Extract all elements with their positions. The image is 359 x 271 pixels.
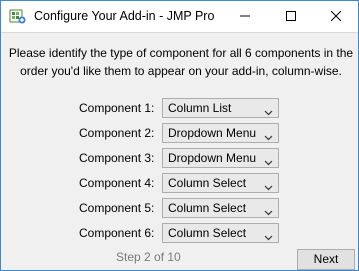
- maximize-icon: [285, 10, 296, 24]
- component-3-value: Dropdown Menu: [168, 151, 257, 165]
- window-title: Configure Your Add-in - JMP Pro: [34, 9, 215, 23]
- component-5-select[interactable]: Column Select: [162, 198, 279, 218]
- chevron-down-icon: [264, 205, 273, 216]
- instruction-text: Please identify the type of component fo…: [8, 46, 354, 78]
- dialog-window: Configure Your Add-in - JMP Pro Please i…: [0, 0, 359, 271]
- close-button[interactable]: [313, 1, 358, 32]
- component-3-select[interactable]: Dropdown Menu: [162, 148, 279, 168]
- component-4-value: Column Select: [168, 176, 247, 190]
- component-5-value: Column Select: [168, 201, 247, 215]
- step-indicator: Step 2 of 10: [116, 250, 181, 264]
- chevron-down-icon: [264, 105, 273, 116]
- component-2-label: Component 2:: [79, 126, 155, 140]
- component-6-label: Component 6:: [79, 226, 155, 240]
- component-5-label: Component 5:: [79, 201, 155, 215]
- component-6-select[interactable]: Column Select: [162, 223, 279, 243]
- component-4-label: Component 4:: [79, 176, 155, 190]
- close-icon: [330, 10, 341, 24]
- minimize-button[interactable]: [222, 1, 267, 32]
- next-button[interactable]: Next: [297, 249, 355, 270]
- component-6-value: Column Select: [168, 226, 247, 240]
- component-2-select[interactable]: Dropdown Menu: [162, 123, 279, 143]
- jmp-addin-icon: [9, 8, 26, 25]
- component-1-select[interactable]: Column List: [162, 98, 279, 118]
- component-4-select[interactable]: Column Select: [162, 173, 279, 193]
- component-1-value: Column List: [168, 101, 232, 115]
- title-bar[interactable]: Configure Your Add-in - JMP Pro: [1, 1, 358, 33]
- component-2-value: Dropdown Menu: [168, 126, 257, 140]
- component-3-label: Component 3:: [79, 151, 155, 165]
- minimize-icon: [239, 10, 250, 24]
- maximize-button[interactable]: [268, 1, 313, 32]
- chevron-down-icon: [264, 155, 273, 166]
- chevron-down-icon: [264, 130, 273, 141]
- component-1-label: Component 1:: [79, 101, 155, 115]
- chevron-down-icon: [264, 230, 273, 241]
- chevron-down-icon: [264, 180, 273, 191]
